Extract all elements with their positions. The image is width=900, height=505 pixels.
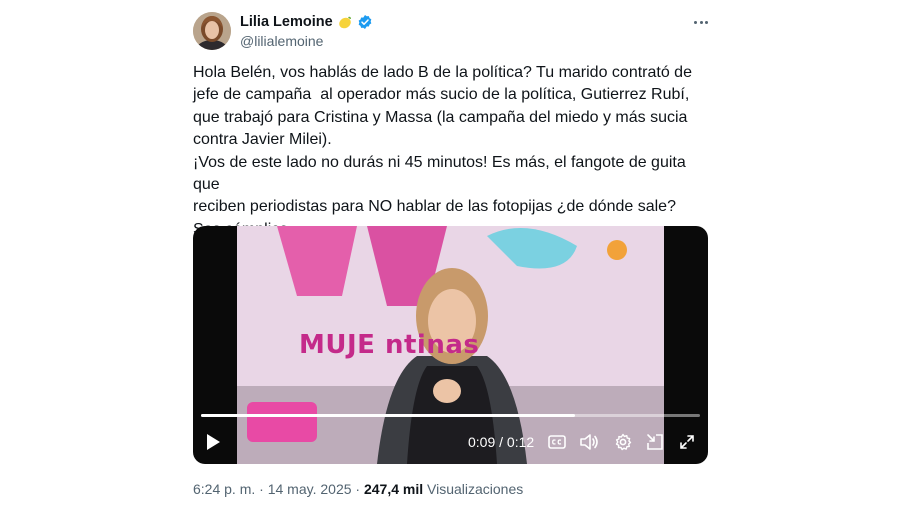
- user-name-row: Lilia Lemoine: [240, 13, 373, 31]
- video-time: 0:09 / 0:12: [468, 434, 534, 450]
- settings-gear-icon[interactable]: [611, 430, 635, 454]
- current-time: 0:09: [468, 434, 496, 450]
- views-label: Visualizaciones: [427, 481, 524, 497]
- avatar[interactable]: [193, 12, 231, 50]
- video-controls: 0:09 / 0:12: [193, 426, 708, 458]
- lemon-emoji-icon: [338, 16, 351, 29]
- tweet-card: Lilia Lemoine @lilialemoine Hola Belén, …: [0, 0, 900, 505]
- play-icon[interactable]: [201, 430, 225, 454]
- views-count: 247,4 mil: [363, 481, 424, 497]
- picture-in-picture-icon[interactable]: [643, 430, 667, 454]
- duration: 0:12: [506, 434, 535, 450]
- time-separator: /: [495, 434, 507, 450]
- video-player[interactable]: MUJE ntinas 0:09 / 0:12: [193, 226, 708, 464]
- more-options-icon[interactable]: [690, 12, 712, 32]
- captions-icon[interactable]: [545, 430, 569, 454]
- tweet-text: Hola Belén, vos hablás de lado B de la p…: [193, 64, 692, 238]
- tweet-date[interactable]: 14 may. 2025: [268, 481, 352, 497]
- fullscreen-icon[interactable]: [675, 430, 699, 454]
- volume-icon[interactable]: [577, 430, 601, 454]
- tweet-time[interactable]: 6:24 p. m.: [193, 481, 255, 497]
- video-overlay-text: MUJE ntinas: [299, 330, 480, 360]
- verified-badge-icon: [358, 15, 372, 29]
- footer-dot: ·: [255, 481, 268, 497]
- footer-dot-2: ·: [351, 481, 364, 497]
- progress-fill: [201, 414, 576, 417]
- user-handle[interactable]: @lilialemoine: [240, 33, 323, 49]
- tweet-footer: 6:24 p. m. · 14 may. 2025 · 247,4 mil Vi…: [193, 481, 523, 497]
- progress-bar[interactable]: [201, 414, 700, 417]
- user-name[interactable]: Lilia Lemoine: [240, 14, 333, 30]
